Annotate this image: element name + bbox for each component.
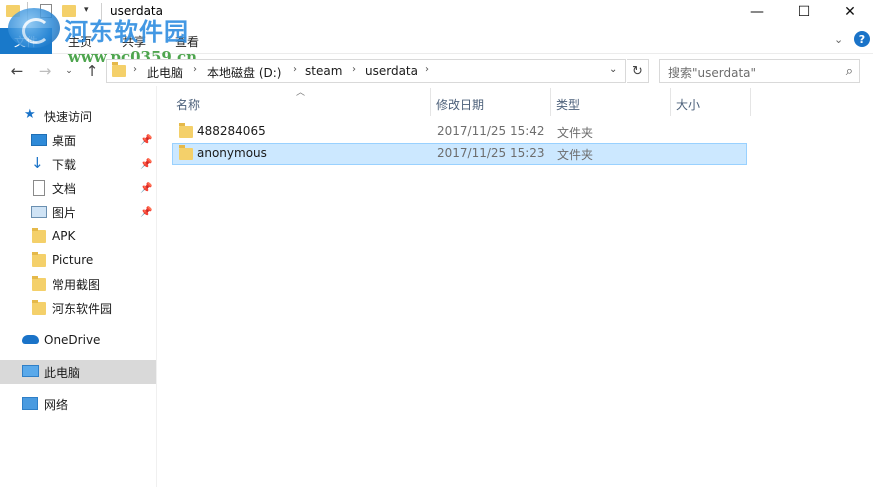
sidebar-item-label: 网络 — [44, 397, 69, 412]
breadcrumb-userdata[interactable]: userdata — [365, 64, 418, 78]
refresh-button[interactable]: ↻ — [627, 59, 649, 83]
file-date: 2017/11/25 15:23 — [437, 146, 545, 160]
navigation-pane: ★ 快速访问 桌面 📌 ↓ 下载 📌 文档 📌 图片 📌 APK Picture… — [0, 100, 156, 487]
column-divider[interactable] — [430, 88, 431, 116]
pictures-icon — [31, 206, 47, 218]
download-icon: ↓ — [31, 154, 44, 172]
watermark-logo — [8, 8, 60, 48]
sidebar-item-label: 此电脑 — [44, 365, 81, 380]
chevron-down-icon[interactable]: ⌄ — [609, 64, 617, 75]
folder-icon — [32, 300, 46, 315]
file-type: 文件夹 — [557, 126, 594, 140]
sidebar-item-label: 常用截图 — [52, 277, 101, 292]
breadcrumb-steam[interactable]: steam — [305, 64, 342, 78]
column-header-name[interactable]: 名称 — [176, 96, 200, 113]
sidebar-item-this-pc[interactable]: 此电脑 — [0, 360, 156, 384]
folder-icon — [32, 252, 46, 267]
folder-icon — [32, 276, 46, 291]
sidebar-item-label: 文档 — [52, 181, 77, 196]
document-icon — [33, 180, 45, 196]
sidebar-item-pictures[interactable]: 图片 📌 — [0, 200, 156, 224]
folder-icon — [179, 123, 193, 138]
folder-icon — [112, 62, 126, 77]
recent-locations-button[interactable]: ⌄ — [62, 60, 76, 82]
file-row[interactable]: 488284065 2017/11/25 15:42 文件夹 — [172, 121, 747, 143]
star-icon: ★ — [24, 107, 36, 122]
breadcrumb-this-pc[interactable]: 此电脑 — [147, 64, 183, 81]
cloud-icon — [22, 335, 39, 344]
pane-divider[interactable] — [156, 86, 157, 487]
sidebar-item-picture[interactable]: Picture — [0, 248, 156, 272]
sidebar-item-label: 桌面 — [52, 133, 77, 148]
breadcrumb-separator[interactable]: › — [352, 64, 356, 75]
back-button[interactable]: ← — [7, 60, 27, 82]
column-divider[interactable] — [550, 88, 551, 116]
help-icon[interactable]: ? — [854, 31, 870, 47]
breadcrumb-separator[interactable]: › — [293, 64, 297, 75]
address-bar[interactable]: › 此电脑 › 本地磁盘 (D:) › steam › userdata › ⌄ — [106, 59, 626, 83]
file-row-selected[interactable]: anonymous 2017/11/25 15:23 文件夹 — [172, 143, 747, 165]
breadcrumb-separator[interactable]: › — [425, 64, 429, 75]
file-name: 488284065 — [197, 124, 266, 138]
pin-icon[interactable]: 📌 — [140, 183, 152, 194]
expand-ribbon-icon[interactable]: ⌄ — [834, 33, 843, 46]
sidebar-item-label: OneDrive — [44, 333, 101, 347]
computer-icon — [22, 365, 39, 377]
pin-icon[interactable]: 📌 — [140, 135, 152, 146]
maximize-button[interactable]: ☐ — [781, 0, 827, 24]
network-icon — [22, 397, 38, 410]
folder-icon — [32, 228, 46, 243]
address-row: ← → ⌄ ↑ › 此电脑 › 本地磁盘 (D:) › steam › user… — [0, 57, 873, 85]
folder-icon — [179, 145, 193, 160]
minimize-button[interactable]: — — [734, 0, 780, 24]
sidebar-item-label: Picture — [52, 253, 94, 267]
file-date: 2017/11/25 15:42 — [437, 124, 545, 138]
sidebar-item-apk[interactable]: APK — [0, 224, 156, 248]
search-input[interactable]: 搜索"userdata" ⌕ — [659, 59, 860, 83]
sidebar-item-quick-access[interactable]: ★ 快速访问 — [0, 104, 156, 128]
search-placeholder: 搜索"userdata" — [668, 66, 757, 80]
sidebar-item-label: 图片 — [52, 205, 77, 220]
column-header-type[interactable]: 类型 — [556, 96, 580, 113]
pin-icon[interactable]: 📌 — [140, 159, 152, 170]
column-header-row: ︿ 名称 修改日期 类型 大小 — [170, 88, 752, 116]
column-divider[interactable] — [750, 88, 751, 116]
sidebar-item-network[interactable]: 网络 — [0, 392, 156, 416]
breadcrumb-separator[interactable]: › — [193, 64, 197, 75]
column-divider[interactable] — [670, 88, 671, 116]
sidebar-item-hedong[interactable]: 河东软件园 — [0, 296, 156, 320]
breadcrumb-separator[interactable]: › — [133, 64, 137, 75]
desktop-icon — [31, 134, 47, 146]
breadcrumb-drive-d[interactable]: 本地磁盘 (D:) — [207, 64, 281, 81]
sort-ascending-icon: ︿ — [296, 88, 306, 98]
sidebar-item-desktop[interactable]: 桌面 📌 — [0, 128, 156, 152]
search-icon[interactable]: ⌕ — [846, 64, 853, 79]
sidebar-item-screenshots[interactable]: 常用截图 — [0, 272, 156, 296]
column-header-size[interactable]: 大小 — [676, 96, 700, 113]
sidebar-item-label: 河东软件园 — [52, 301, 113, 316]
sidebar-item-label: 快速访问 — [44, 109, 93, 124]
sidebar-item-onedrive[interactable]: OneDrive — [0, 328, 156, 352]
watermark-title: 河东软件园 — [64, 17, 189, 46]
pin-icon[interactable]: 📌 — [140, 207, 152, 218]
close-button[interactable]: ✕ — [827, 0, 873, 24]
file-type: 文件夹 — [557, 148, 594, 162]
forward-button[interactable]: → — [35, 60, 55, 82]
up-button[interactable]: ↑ — [82, 60, 102, 82]
sidebar-item-label: 下载 — [52, 157, 77, 172]
file-name: anonymous — [197, 146, 267, 160]
sidebar-item-documents[interactable]: 文档 📌 — [0, 176, 156, 200]
sidebar-item-downloads[interactable]: ↓ 下载 📌 — [0, 152, 156, 176]
column-header-date[interactable]: 修改日期 — [436, 96, 484, 113]
sidebar-item-label: APK — [52, 229, 76, 243]
